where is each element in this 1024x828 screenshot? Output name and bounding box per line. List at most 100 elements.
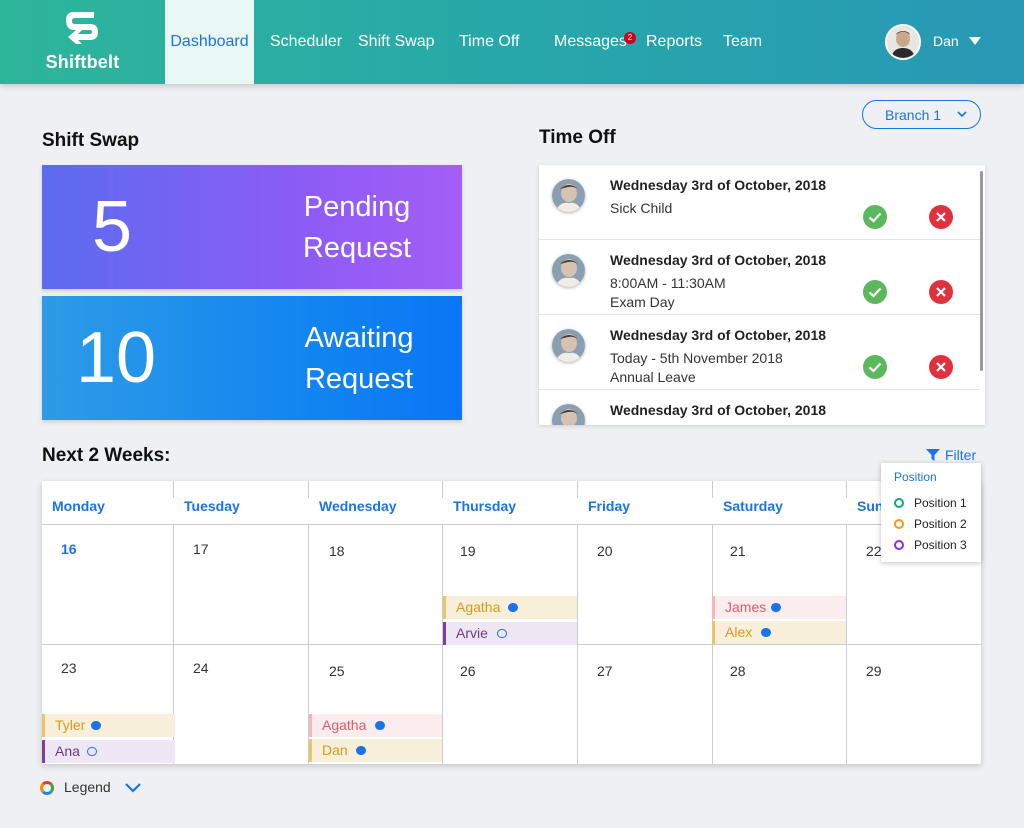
grid-line <box>173 481 174 498</box>
shift-entry[interactable]: James <box>712 596 846 619</box>
grid-line <box>308 481 309 498</box>
shift-entry[interactable]: Agatha <box>443 596 577 619</box>
nav-reports[interactable]: Reports <box>646 0 702 84</box>
shift-employee-name: Dan <box>322 742 348 758</box>
radio-icon <box>894 498 904 508</box>
chat-bubble-icon[interactable] <box>356 746 366 755</box>
employee-avatar <box>552 254 585 287</box>
date-cell-number[interactable]: 23 <box>61 660 77 676</box>
pending-request-card[interactable]: 5 Pending Request <box>42 165 462 289</box>
date-cell-number[interactable]: 18 <box>329 543 345 559</box>
date-cell-number[interactable]: 27 <box>597 663 613 679</box>
shift-employee-name: Arvie <box>456 625 488 641</box>
calendar-grid: Monday Tuesday Wednesday Thursday Friday… <box>42 481 981 764</box>
time-off-request: Wednesday 3rd of October, 2018 Today - 5… <box>539 315 980 390</box>
awaiting-request-card[interactable]: 10 Awaiting Request <box>42 296 462 420</box>
date-cell-number[interactable]: 29 <box>866 663 882 679</box>
request-date: Wednesday 3rd of October, 2018 <box>610 252 827 268</box>
employee-avatar <box>552 404 585 425</box>
time-off-request: Wednesday 3rd of October, 2018 8:00AM - … <box>539 240 980 315</box>
user-name: Dan <box>933 33 959 49</box>
messages-unread-badge: 2 <box>624 32 636 44</box>
day-header-monday: Monday <box>52 498 105 514</box>
date-cell-number[interactable]: 20 <box>597 543 613 559</box>
close-icon <box>936 212 946 222</box>
nav-team[interactable]: Team <box>723 0 762 84</box>
legend-label: Legend <box>64 779 111 795</box>
chevron-down-icon <box>957 111 967 118</box>
date-cell-number[interactable]: 16 <box>61 541 77 557</box>
date-cell-number[interactable]: 24 <box>193 660 209 676</box>
pending-label-line1: Pending <box>303 191 411 223</box>
shiftbelt-logo-icon <box>66 12 98 44</box>
position-option-label: Position 2 <box>914 517 967 531</box>
request-date: Wednesday 3rd of October, 2018 <box>610 177 827 193</box>
time-off-list[interactable]: Wednesday 3rd of October, 2018 Sick Chil… <box>539 165 985 425</box>
shift-employee-name: Ana <box>55 743 80 759</box>
request-date: Wednesday 3rd of October, 2018 <box>610 327 827 343</box>
employee-photo-icon <box>552 179 585 212</box>
shift-employee-name: James <box>725 599 767 615</box>
request-period: Today - 5th November 2018 <box>610 350 783 366</box>
approve-button[interactable] <box>863 355 887 379</box>
time-off-request: Wednesday 3rd of October, 2018 Sick Chil… <box>539 165 980 240</box>
time-off-title: Time Off <box>539 127 616 148</box>
legend-color-wheel-icon <box>40 781 54 795</box>
chat-bubble-icon[interactable] <box>87 747 97 756</box>
caret-down-icon[interactable] <box>969 37 981 45</box>
chat-bubble-icon[interactable] <box>508 603 518 612</box>
reject-button[interactable] <box>929 280 953 304</box>
nav-dashboard[interactable]: Dashboard <box>165 0 254 84</box>
approve-button[interactable] <box>863 205 887 229</box>
chat-bubble-icon[interactable] <box>771 603 781 612</box>
close-icon <box>936 287 946 297</box>
day-header-tuesday: Tuesday <box>184 498 240 514</box>
employee-photo-icon <box>552 254 585 287</box>
next-2-weeks-title: Next 2 Weeks: <box>42 445 171 466</box>
shift-entry[interactable]: Dan <box>309 739 442 762</box>
shift-entry[interactable]: Agatha <box>309 714 442 737</box>
nav-messages[interactable]: Messages <box>554 0 627 84</box>
nav-time-off[interactable]: Time Off <box>459 0 519 84</box>
app-logo[interactable]: Shiftbelt <box>0 0 165 84</box>
scrollbar[interactable] <box>980 171 983 371</box>
date-cell-number[interactable]: 26 <box>460 663 476 679</box>
shift-entry[interactable]: Alex <box>712 621 846 644</box>
date-cell-number[interactable]: 28 <box>730 663 746 679</box>
app-name: Shiftbelt <box>45 52 120 72</box>
shift-entry[interactable]: Arvie <box>443 622 577 645</box>
day-header-sunday: Sun <box>857 498 884 514</box>
pending-label-line2: Request <box>302 232 411 264</box>
time-off-request: Wednesday 3rd of October, 2018 <box>539 390 980 425</box>
chat-bubble-icon[interactable] <box>497 629 507 638</box>
chevron-down-icon <box>125 783 141 793</box>
reject-button[interactable] <box>929 205 953 229</box>
date-cell-number[interactable]: 22 <box>866 543 882 559</box>
pending-count: 5 <box>92 187 133 267</box>
user-photo-icon <box>887 26 919 58</box>
reject-button[interactable] <box>929 355 953 379</box>
awaiting-label-line1: Awaiting <box>304 322 414 354</box>
day-header-friday: Friday <box>588 498 631 514</box>
branch-select[interactable]: Branch 1 <box>862 100 981 129</box>
date-cell-number[interactable]: 25 <box>329 663 345 679</box>
date-cell-number[interactable]: 21 <box>730 543 746 559</box>
nav-shift-swap[interactable]: Shift Swap <box>358 0 434 84</box>
branch-select-value: Branch 1 <box>885 107 942 123</box>
date-cell-number[interactable]: 19 <box>460 543 476 559</box>
chat-bubble-icon[interactable] <box>761 628 771 637</box>
chat-bubble-icon[interactable] <box>375 721 385 730</box>
request-reason: Annual Leave <box>610 369 696 385</box>
filter-label: Filter <box>945 447 977 463</box>
shift-entry[interactable]: Ana <box>42 740 175 763</box>
nav-scheduler[interactable]: Scheduler <box>270 0 342 84</box>
shift-employee-name: Agatha <box>456 599 501 615</box>
grid-line <box>712 481 713 498</box>
date-cell-number[interactable]: 17 <box>193 541 209 557</box>
user-menu[interactable]: Dan <box>885 24 984 60</box>
chat-bubble-icon[interactable] <box>91 721 101 730</box>
day-header-thursday: Thursday <box>453 498 517 514</box>
check-icon <box>868 212 882 223</box>
approve-button[interactable] <box>863 280 887 304</box>
shift-entry[interactable]: Tyler <box>42 714 175 737</box>
